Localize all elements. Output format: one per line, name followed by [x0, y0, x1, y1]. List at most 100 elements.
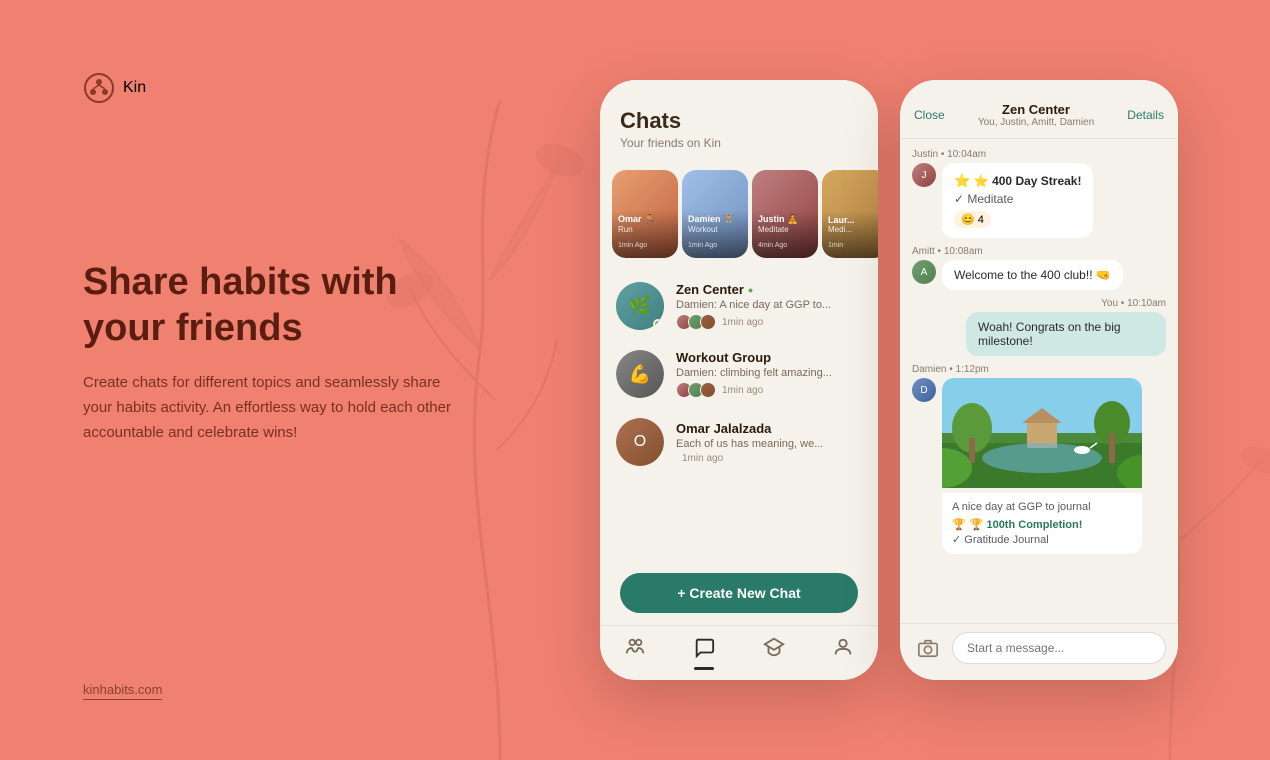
chat-item-workout[interactable]: 💪 Workout Group Damien: climbing felt am… [600, 340, 878, 408]
story-habit: Run [618, 225, 672, 234]
nav-item-chat[interactable] [693, 636, 715, 664]
messages-area: Justin • 10:04am J ⭐ ⭐ 400 Day Streak! ✓… [900, 139, 1178, 623]
text-bubble-mine: Woah! Congrats on the big milestone! [966, 312, 1166, 356]
chat-avatar-workout: 💪 [616, 350, 664, 398]
photo-message: A nice day at GGP to journal 🏆 🏆 100th C… [942, 378, 1142, 554]
chat-time: 1min ago [722, 317, 763, 328]
sender-label: Amitt • 10:08am [912, 246, 1166, 257]
chat-icon [693, 636, 715, 664]
story-item[interactable]: Damien 🏋 Workout 1min Ago [682, 170, 748, 258]
chat-time: 1min ago [682, 453, 723, 464]
sender-label: You • 10:10am [912, 298, 1166, 309]
message-you: You • 10:10am Woah! Congrats on the big … [912, 298, 1166, 356]
logo-text: Kin [123, 79, 146, 97]
people-icon [624, 636, 646, 664]
story-habit: Meditate [758, 225, 812, 234]
story-item[interactable]: Omar 🏃 Run 1min Ago [612, 170, 678, 258]
story-name: Justin 🧘 [758, 214, 812, 225]
bottom-nav [600, 625, 878, 680]
hero-subtext: Create chats for different topics and se… [83, 371, 463, 445]
chat-avatar-omar: O [616, 418, 664, 466]
group-members: You, Justin, Amitt, Damien [978, 117, 1094, 128]
chat-info: Omar Jalalzada Each of us has meaning, w… [676, 421, 862, 464]
message-amitt: Amitt • 10:08am A Welcome to the 400 clu… [912, 246, 1166, 290]
story-time: 1min Ago [688, 242, 717, 249]
chat-detail-header: Close Zen Center You, Justin, Amitt, Dam… [900, 80, 1178, 139]
message-damien-photo: Damien • 1:12pm D [912, 364, 1166, 554]
hero-heading: Share habits with your friends [83, 260, 463, 351]
camera-button[interactable] [912, 632, 944, 664]
stories-row: Omar 🏃 Run 1min Ago Damien 🏋 Workout 1mi… [600, 160, 878, 268]
photo-caption: A nice day at GGP to journal 🏆 🏆 100th C… [942, 493, 1142, 554]
chat-preview: Each of us has meaning, we... [676, 438, 862, 450]
story-item[interactable]: Laur... Medi... 1min [822, 170, 878, 258]
chat-item-omar[interactable]: O Omar Jalalzada Each of us has meaning,… [600, 408, 878, 476]
chat-meta: 1min ago [676, 314, 862, 330]
chat-detail-phone: Close Zen Center You, Justin, Amitt, Dam… [900, 80, 1178, 680]
sender-label: Justin • 10:04am [912, 149, 1166, 160]
online-indicator [653, 319, 663, 329]
chats-subtitle: Your friends on Kin [620, 136, 858, 150]
nav-item-learn[interactable] [763, 636, 785, 664]
story-time: 1min [828, 242, 843, 249]
chat-item-zen[interactable]: 🌿 Zen Center ● Damien: A nice day at GGP… [600, 272, 878, 340]
photo-habit-sub: ✓ Gratitude Journal [952, 533, 1132, 546]
bubble-row: A Welcome to the 400 club!! 🤜 [912, 260, 1166, 290]
group-info: Zen Center You, Justin, Amitt, Damien [978, 102, 1094, 128]
chat-info: Workout Group Damien: climbing felt amaz… [676, 350, 862, 398]
story-time: 1min Ago [618, 242, 647, 249]
sender-label: Damien • 1:12pm [912, 364, 1166, 375]
story-habit: Workout [688, 225, 742, 234]
caption-text: A nice day at GGP to journal [952, 501, 1132, 513]
habit-card: ⭐ ⭐ 400 Day Streak! ✓ Meditate 😊 4 [942, 163, 1093, 238]
logo: Kin [83, 72, 146, 104]
footer-link[interactable]: kinhabits.com [83, 682, 162, 700]
nav-item-people[interactable] [624, 636, 646, 664]
create-chat-button[interactable]: + Create New Chat [620, 573, 858, 613]
chat-info: Zen Center ● Damien: A nice day at GGP t… [676, 282, 862, 330]
bubble-content: ⭐ ⭐ 400 Day Streak! ✓ Meditate 😊 4 [942, 163, 1166, 238]
avatar-damien: D [912, 378, 936, 402]
close-button[interactable]: Close [914, 108, 945, 122]
chats-phone: Chats Your friends on Kin Omar 🏃 Run 1mi… [600, 80, 878, 680]
chat-preview: Damien: climbing felt amazing... [676, 367, 862, 379]
avatar-amitt: A [912, 260, 936, 284]
chat-name: Zen Center ● [676, 282, 862, 297]
avatar-justin: J [912, 163, 936, 187]
bubble-row: D [912, 378, 1166, 554]
message-justin-habit: Justin • 10:04am J ⭐ ⭐ 400 Day Streak! ✓… [912, 149, 1166, 238]
story-time: 4min Ago [758, 242, 787, 249]
story-item[interactable]: Justin 🧘 Meditate 4min Ago [752, 170, 818, 258]
streak-label: ⭐ ⭐ 400 Day Streak! [954, 173, 1081, 189]
habit-name: ✓ Meditate [954, 192, 1081, 206]
message-input[interactable] [952, 632, 1166, 664]
details-button[interactable]: Details [1127, 108, 1164, 122]
chats-header: Chats Your friends on Kin [600, 80, 878, 160]
learn-icon [763, 636, 785, 664]
photo-habit-name: 🏆 🏆 100th Completion! [952, 518, 1132, 531]
nav-item-profile[interactable] [832, 636, 854, 664]
chat-list: 🌿 Zen Center ● Damien: A nice day at GGP… [600, 268, 878, 565]
group-name: Zen Center [978, 102, 1094, 117]
chat-time: 1min ago [722, 385, 763, 396]
chat-name: Omar Jalalzada [676, 421, 862, 436]
kin-logo-icon [83, 72, 115, 104]
text-bubble: Welcome to the 400 club!! 🤜 [942, 260, 1123, 290]
reaction-badge: 😊 4 [954, 211, 991, 228]
park-photo [942, 378, 1142, 488]
chat-name: Workout Group [676, 350, 862, 365]
bubble-row-mine: Woah! Congrats on the big milestone! [912, 312, 1166, 356]
hero-section: Share habits with your friends Create ch… [83, 260, 463, 445]
story-name: Omar 🏃 [618, 214, 672, 225]
chat-meta: 1min ago [676, 453, 862, 464]
chat-meta: 1min ago [676, 382, 862, 398]
story-name: Damien 🏋 [688, 214, 742, 225]
input-area [900, 623, 1178, 680]
chats-title: Chats [620, 108, 858, 134]
photo-habit-card: 🏆 🏆 100th Completion! ✓ Gratitude Journa… [952, 518, 1132, 546]
story-name: Laur... [828, 215, 878, 225]
chat-preview: Damien: A nice day at GGP to... [676, 299, 862, 311]
chat-avatar-zen: 🌿 [616, 282, 664, 330]
profile-icon [832, 636, 854, 664]
bubble-row: J ⭐ ⭐ 400 Day Streak! ✓ Meditate 😊 4 [912, 163, 1166, 238]
